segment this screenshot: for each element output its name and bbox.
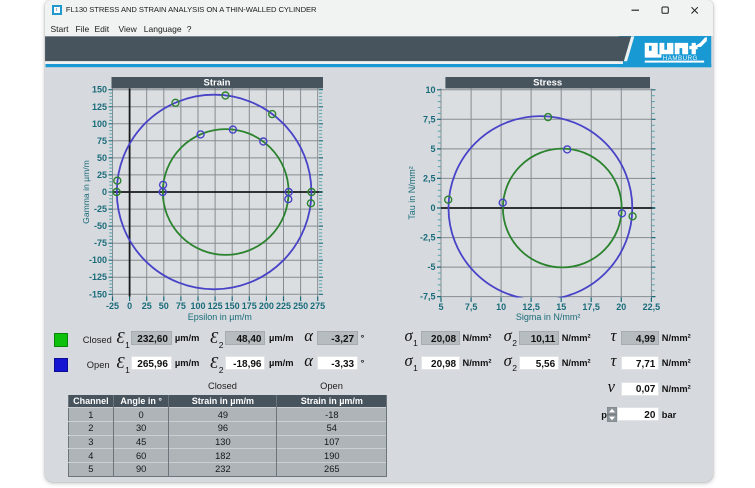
svg-text:175: 175 bbox=[241, 301, 256, 311]
svg-text:-2,5: -2,5 bbox=[419, 233, 435, 243]
svg-text:100: 100 bbox=[190, 301, 205, 311]
svg-text:-25: -25 bbox=[93, 204, 106, 214]
svg-text:125: 125 bbox=[91, 102, 106, 112]
svg-text:Stress: Stress bbox=[533, 78, 562, 89]
svg-text:75: 75 bbox=[175, 301, 185, 311]
svg-text:0: 0 bbox=[430, 203, 435, 213]
svg-text:25: 25 bbox=[96, 170, 106, 180]
svg-text:7,5: 7,5 bbox=[464, 302, 477, 312]
svg-text:5: 5 bbox=[438, 302, 443, 312]
svg-text:-150: -150 bbox=[88, 289, 106, 299]
svg-text:5: 5 bbox=[430, 144, 435, 154]
svg-text:Strain: Strain bbox=[203, 78, 230, 89]
svg-text:0: 0 bbox=[101, 187, 106, 197]
svg-text:22,5: 22,5 bbox=[642, 302, 660, 312]
svg-text:150: 150 bbox=[91, 85, 106, 95]
svg-text:Gamma in µm/m: Gamma in µm/m bbox=[81, 160, 91, 224]
svg-text:200: 200 bbox=[258, 301, 273, 311]
svg-text:7,5: 7,5 bbox=[422, 114, 435, 124]
svg-text:50: 50 bbox=[158, 301, 168, 311]
svg-text:Sigma in N/mm²: Sigma in N/mm² bbox=[515, 312, 580, 322]
svg-text:50: 50 bbox=[96, 153, 106, 163]
svg-text:100: 100 bbox=[91, 119, 106, 129]
svg-text:10: 10 bbox=[425, 85, 435, 95]
svg-text:125: 125 bbox=[207, 301, 222, 311]
svg-text:25: 25 bbox=[141, 301, 151, 311]
svg-text:-125: -125 bbox=[88, 272, 106, 282]
svg-text:250: 250 bbox=[293, 301, 308, 311]
svg-text:17,5: 17,5 bbox=[582, 302, 600, 312]
svg-text:0: 0 bbox=[127, 301, 132, 311]
svg-text:-100: -100 bbox=[88, 255, 106, 265]
svg-text:Tau in N/mm²: Tau in N/mm² bbox=[407, 166, 417, 220]
svg-text:75: 75 bbox=[96, 136, 106, 146]
svg-text:12,5: 12,5 bbox=[522, 302, 540, 312]
svg-text:-50: -50 bbox=[93, 221, 106, 231]
svg-text:-25: -25 bbox=[105, 301, 118, 311]
svg-text:150: 150 bbox=[224, 301, 239, 311]
svg-text:-75: -75 bbox=[93, 238, 106, 248]
svg-text:275: 275 bbox=[310, 301, 325, 311]
svg-text:10: 10 bbox=[496, 302, 506, 312]
svg-text:-5: -5 bbox=[427, 262, 435, 272]
svg-text:2,5: 2,5 bbox=[422, 173, 435, 183]
svg-text:-7,5: -7,5 bbox=[419, 292, 435, 302]
svg-text:15: 15 bbox=[556, 302, 566, 312]
svg-text:225: 225 bbox=[275, 301, 290, 311]
svg-text:Epsilon in µm/m: Epsilon in µm/m bbox=[187, 312, 251, 322]
svg-text:20: 20 bbox=[616, 302, 626, 312]
